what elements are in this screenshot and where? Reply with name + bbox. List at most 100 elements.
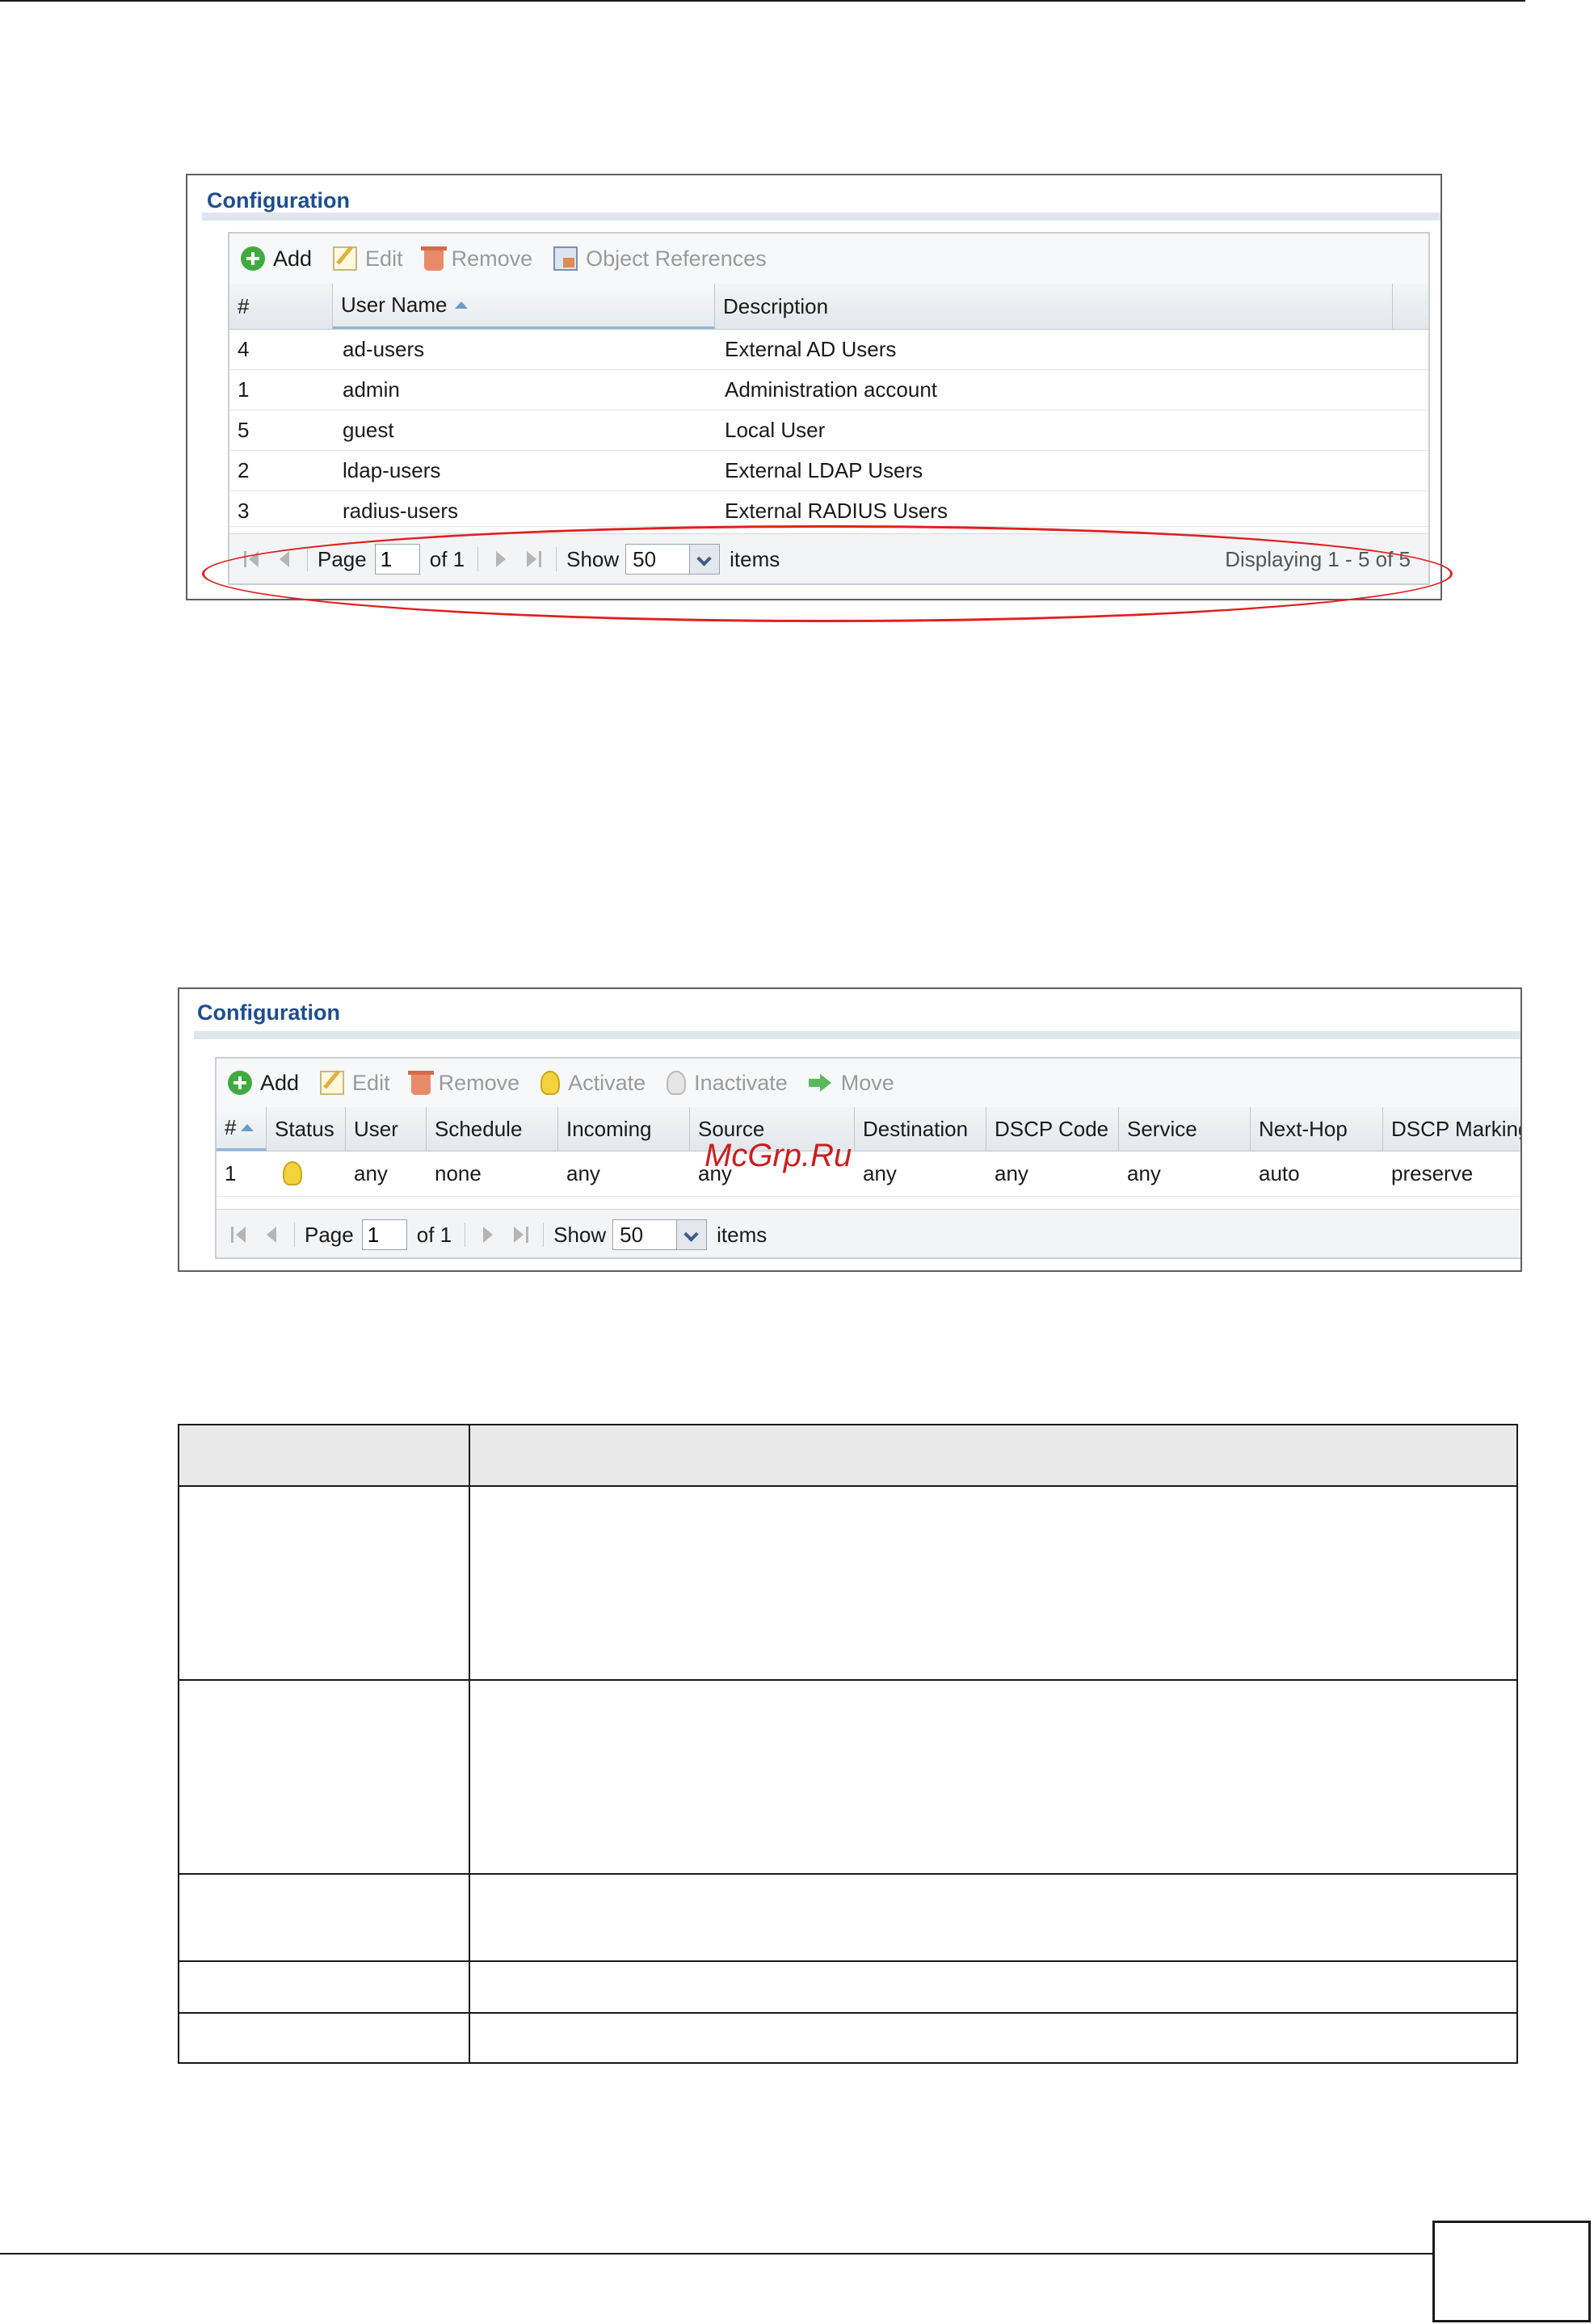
panel-title: Configuration	[207, 188, 350, 213]
panel-title: Configuration	[197, 1000, 340, 1025]
column-header-next-hop[interactable]: Next-Hop	[1251, 1107, 1383, 1151]
move-button[interactable]: Move	[808, 1070, 894, 1096]
column-user-name-label: User Name	[341, 293, 448, 317]
move-arrow-icon	[808, 1071, 833, 1095]
lightbulb-on-icon[interactable]	[283, 1161, 302, 1185]
column-header-dscp-marking[interactable]: DSCP Marking	[1383, 1107, 1522, 1151]
edit-button[interactable]: Edit	[320, 1071, 390, 1096]
next-page-icon[interactable]	[480, 1225, 498, 1244]
table-row[interactable]: 1 any none any any any any any auto pres…	[217, 1151, 1520, 1197]
edit-label: Edit	[365, 246, 403, 271]
row-status	[275, 1151, 302, 1196]
edit-icon	[320, 1071, 345, 1095]
page-count-label: of 1	[416, 1222, 452, 1247]
move-label: Move	[840, 1070, 894, 1095]
table-row[interactable]: 3 radius-users External RADIUS Users	[229, 490, 1428, 527]
table-row[interactable]: 1 admin Administration account	[229, 369, 1428, 410]
inactivate-label: Inactivate	[694, 1070, 788, 1095]
add-button[interactable]: Add	[241, 246, 312, 272]
row-description: Local User	[725, 417, 826, 442]
row-user-name: admin	[343, 377, 400, 402]
table-toolbar: Add Edit Remove Object References	[229, 234, 1428, 284]
pager-divider	[543, 1223, 545, 1247]
table-toolbar: Add Edit Remove Activate Inactivate Move	[217, 1059, 1520, 1108]
desc-table-row	[179, 1962, 1516, 2014]
desc-table-row	[179, 1681, 1516, 1875]
last-page-icon[interactable]	[512, 1225, 530, 1244]
column-label: DSCP Code	[995, 1116, 1109, 1141]
row-description: External LDAP Users	[725, 457, 923, 482]
object-references-label: Object References	[586, 246, 767, 271]
object-references-icon	[553, 246, 578, 271]
pager-divider	[294, 1223, 295, 1247]
items-label: items	[717, 1222, 768, 1247]
first-page-icon[interactable]	[231, 1225, 249, 1244]
activate-button[interactable]: Activate	[540, 1071, 646, 1096]
edit-icon	[333, 246, 358, 271]
row-next-hop: auto	[1259, 1160, 1300, 1185]
row-description: External AD Users	[725, 336, 897, 361]
row-incoming: any	[566, 1160, 600, 1185]
column-label: DSCP Marking	[1391, 1116, 1522, 1141]
chevron-down-icon	[676, 1220, 707, 1249]
row-user-name: ldap-users	[343, 457, 441, 482]
table-header: # Status User Schedule Incoming Source D…	[217, 1107, 1522, 1151]
object-references-button[interactable]: Object References	[553, 246, 767, 272]
add-icon	[228, 1071, 252, 1095]
lightbulb-off-icon	[667, 1071, 687, 1095]
column-header-service[interactable]: Service	[1119, 1107, 1251, 1151]
row-number: 2	[238, 457, 250, 482]
row-dscp-marking: preserve	[1391, 1160, 1474, 1185]
column-header-status[interactable]: Status	[267, 1107, 346, 1151]
edit-button[interactable]: Edit	[333, 246, 403, 272]
trash-icon	[420, 246, 447, 271]
edit-label: Edit	[352, 1070, 390, 1095]
column-header-destination[interactable]: Destination	[855, 1107, 986, 1151]
desc-table-row	[179, 1487, 1516, 1681]
column-label: Destination	[863, 1116, 969, 1141]
page-number-input[interactable]	[361, 1219, 407, 1250]
inactivate-button[interactable]: Inactivate	[667, 1071, 788, 1096]
row-number: 4	[238, 336, 250, 361]
items-per-page-select[interactable]: 50	[612, 1219, 708, 1250]
table-row[interactable]: 4 ad-users External AD Users	[229, 329, 1428, 370]
remove-label: Remove	[451, 246, 533, 271]
column-header-dscp-code[interactable]: DSCP Code	[986, 1107, 1119, 1151]
sort-ascending-icon	[455, 301, 469, 309]
add-label: Add	[260, 1070, 300, 1095]
column-label: User	[354, 1116, 398, 1141]
watermark: McGrp.Ru	[704, 1138, 852, 1173]
row-number: 1	[225, 1160, 237, 1185]
row-number: 5	[238, 417, 250, 442]
add-label: Add	[273, 246, 313, 271]
table-row[interactable]: 2 ldap-users External LDAP Users	[229, 450, 1428, 491]
column-label: Status	[275, 1116, 334, 1141]
remove-button[interactable]: Remove	[420, 246, 533, 272]
column-header-number[interactable]: #	[229, 284, 333, 329]
remove-button[interactable]: Remove	[407, 1070, 520, 1096]
row-destination: any	[863, 1160, 897, 1185]
previous-page-icon[interactable]	[263, 1225, 281, 1244]
field-description-table	[178, 1424, 1518, 2064]
column-header-user-name[interactable]: User Name	[333, 284, 715, 329]
table-header: # User Name Description	[229, 284, 1428, 330]
row-user-name: radius-users	[343, 498, 459, 523]
add-button[interactable]: Add	[228, 1071, 299, 1096]
row-dscp-code: any	[995, 1160, 1028, 1185]
table-row[interactable]: 5 guest Local User	[229, 410, 1428, 451]
column-header-schedule[interactable]: Schedule	[427, 1107, 558, 1151]
desc-table-column-divider	[469, 1425, 470, 2062]
row-user-name: ad-users	[343, 336, 425, 361]
column-header-number[interactable]: #	[217, 1107, 267, 1151]
column-description-label: Description	[723, 293, 829, 318]
column-label: Incoming	[566, 1116, 652, 1141]
pagination-highlight-ellipse	[202, 525, 1453, 622]
row-description: Administration account	[725, 377, 938, 402]
page-number-box	[1432, 2221, 1591, 2322]
desc-table-row	[179, 2014, 1516, 2062]
column-header-user[interactable]: User	[346, 1107, 427, 1151]
remove-label: Remove	[438, 1070, 520, 1095]
column-header-description[interactable]: Description	[715, 284, 1393, 329]
column-header-incoming[interactable]: Incoming	[558, 1107, 690, 1151]
row-description: External RADIUS Users	[725, 498, 948, 523]
